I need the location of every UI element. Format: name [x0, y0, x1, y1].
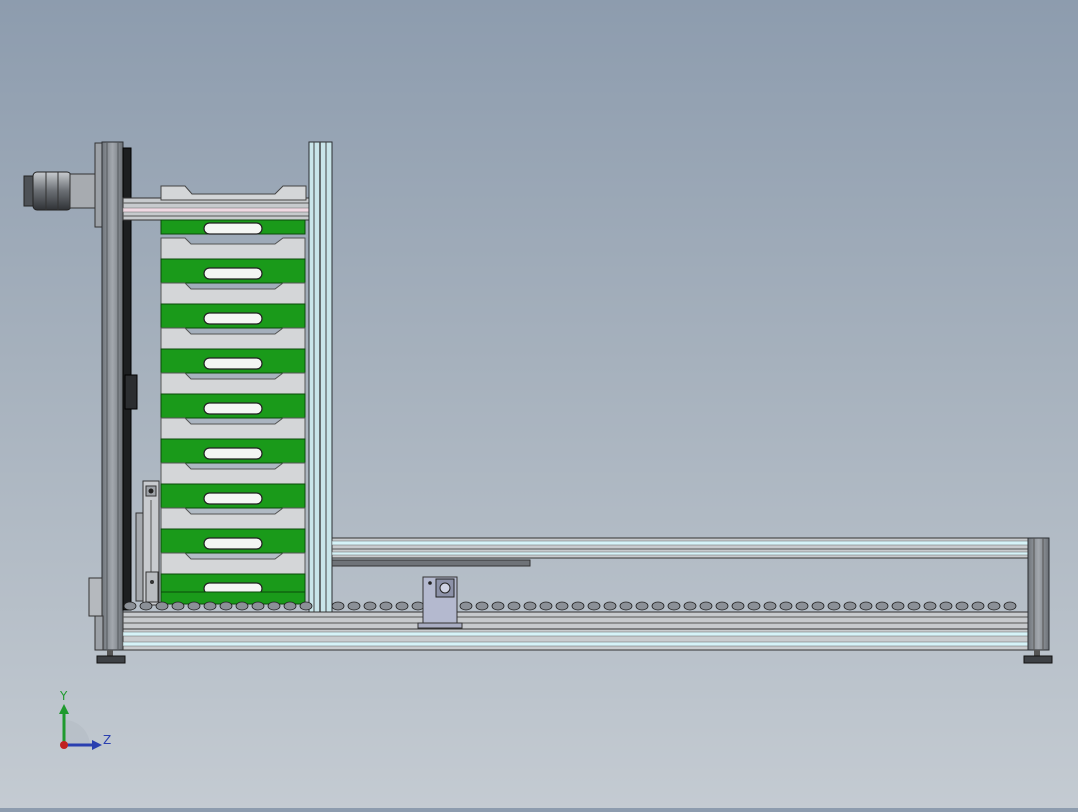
tray-rim — [160, 237, 306, 260]
roller — [507, 601, 521, 611]
tray — [160, 258, 306, 305]
roller — [811, 601, 825, 611]
tray-rim — [160, 327, 306, 350]
roller — [699, 601, 713, 611]
roller — [203, 601, 217, 611]
axis-z-label: Z — [103, 733, 111, 747]
roller — [171, 601, 185, 611]
roller — [491, 601, 505, 611]
tray — [160, 438, 306, 485]
roller — [971, 601, 985, 611]
cad-model-side-view[interactable]: Y Z — [0, 0, 1078, 808]
drive-motor[interactable] — [23, 171, 97, 211]
tray-stack[interactable] — [160, 185, 307, 605]
roller — [747, 601, 761, 611]
roller — [331, 601, 345, 611]
roller — [955, 601, 969, 611]
tray — [160, 393, 306, 440]
tray-rim — [160, 552, 306, 575]
roller — [523, 601, 537, 611]
roller — [347, 601, 361, 611]
roller — [139, 601, 153, 611]
tray — [160, 348, 306, 395]
roller — [587, 601, 601, 611]
cad-viewport[interactable]: Y Z — [0, 0, 1078, 808]
roller — [299, 601, 313, 611]
tray-lid — [160, 185, 307, 201]
roller — [459, 601, 473, 611]
roller — [123, 601, 137, 611]
stopper-bracket[interactable] — [417, 576, 463, 629]
tray — [160, 483, 306, 530]
roller — [235, 601, 249, 611]
roller — [251, 601, 265, 611]
tray-handle-slot — [203, 402, 263, 415]
axis-triad: Y Z — [59, 689, 111, 750]
roller — [379, 601, 393, 611]
roller — [411, 601, 425, 611]
roller — [571, 601, 585, 611]
tray-handle-slot — [203, 267, 263, 280]
roller — [475, 601, 489, 611]
tray-rim — [160, 282, 306, 305]
roller — [219, 601, 233, 611]
roller — [875, 601, 889, 611]
tray-rim — [160, 507, 306, 530]
conveyor-rollers — [123, 601, 1017, 611]
roller — [891, 601, 905, 611]
lift-actuator[interactable] — [135, 480, 160, 606]
roller — [1003, 601, 1017, 611]
roller — [395, 601, 409, 611]
roller — [795, 601, 809, 611]
tray-handle-slot — [203, 357, 263, 370]
tray-base — [160, 591, 306, 605]
roller — [283, 601, 297, 611]
top-cross-beam[interactable] — [122, 197, 311, 221]
roller — [715, 601, 729, 611]
roller — [859, 601, 873, 611]
roller — [363, 601, 377, 611]
roller — [987, 601, 1001, 611]
tray-handle-slot — [203, 447, 263, 460]
tray — [160, 303, 306, 350]
roller — [939, 601, 953, 611]
roller — [155, 601, 169, 611]
axis-y-label: Y — [59, 689, 68, 703]
tray-rim — [160, 417, 306, 440]
roller — [843, 601, 857, 611]
roller — [827, 601, 841, 611]
roller — [539, 601, 553, 611]
tray — [160, 219, 306, 260]
roller — [619, 601, 633, 611]
roller — [603, 601, 617, 611]
tray — [160, 528, 306, 575]
tray-handle-slot — [203, 537, 263, 550]
roller — [187, 601, 201, 611]
center-vertical-post[interactable] — [308, 141, 333, 630]
base-frame[interactable] — [122, 611, 1029, 651]
roller — [635, 601, 649, 611]
tray-rim — [160, 462, 306, 485]
roller — [779, 601, 793, 611]
roller — [555, 601, 569, 611]
leveling-foot-left[interactable] — [96, 650, 126, 664]
roller — [923, 601, 937, 611]
tray-rim — [160, 372, 306, 395]
tray-handle-slot — [203, 222, 263, 235]
roller — [683, 601, 697, 611]
roller — [667, 601, 681, 611]
roller — [267, 601, 281, 611]
roller — [651, 601, 665, 611]
roller — [907, 601, 921, 611]
roller — [763, 601, 777, 611]
roller — [731, 601, 745, 611]
tray-handle-slot — [203, 492, 263, 505]
leveling-foot-right[interactable] — [1023, 650, 1053, 664]
tray-handle-slot — [203, 312, 263, 325]
